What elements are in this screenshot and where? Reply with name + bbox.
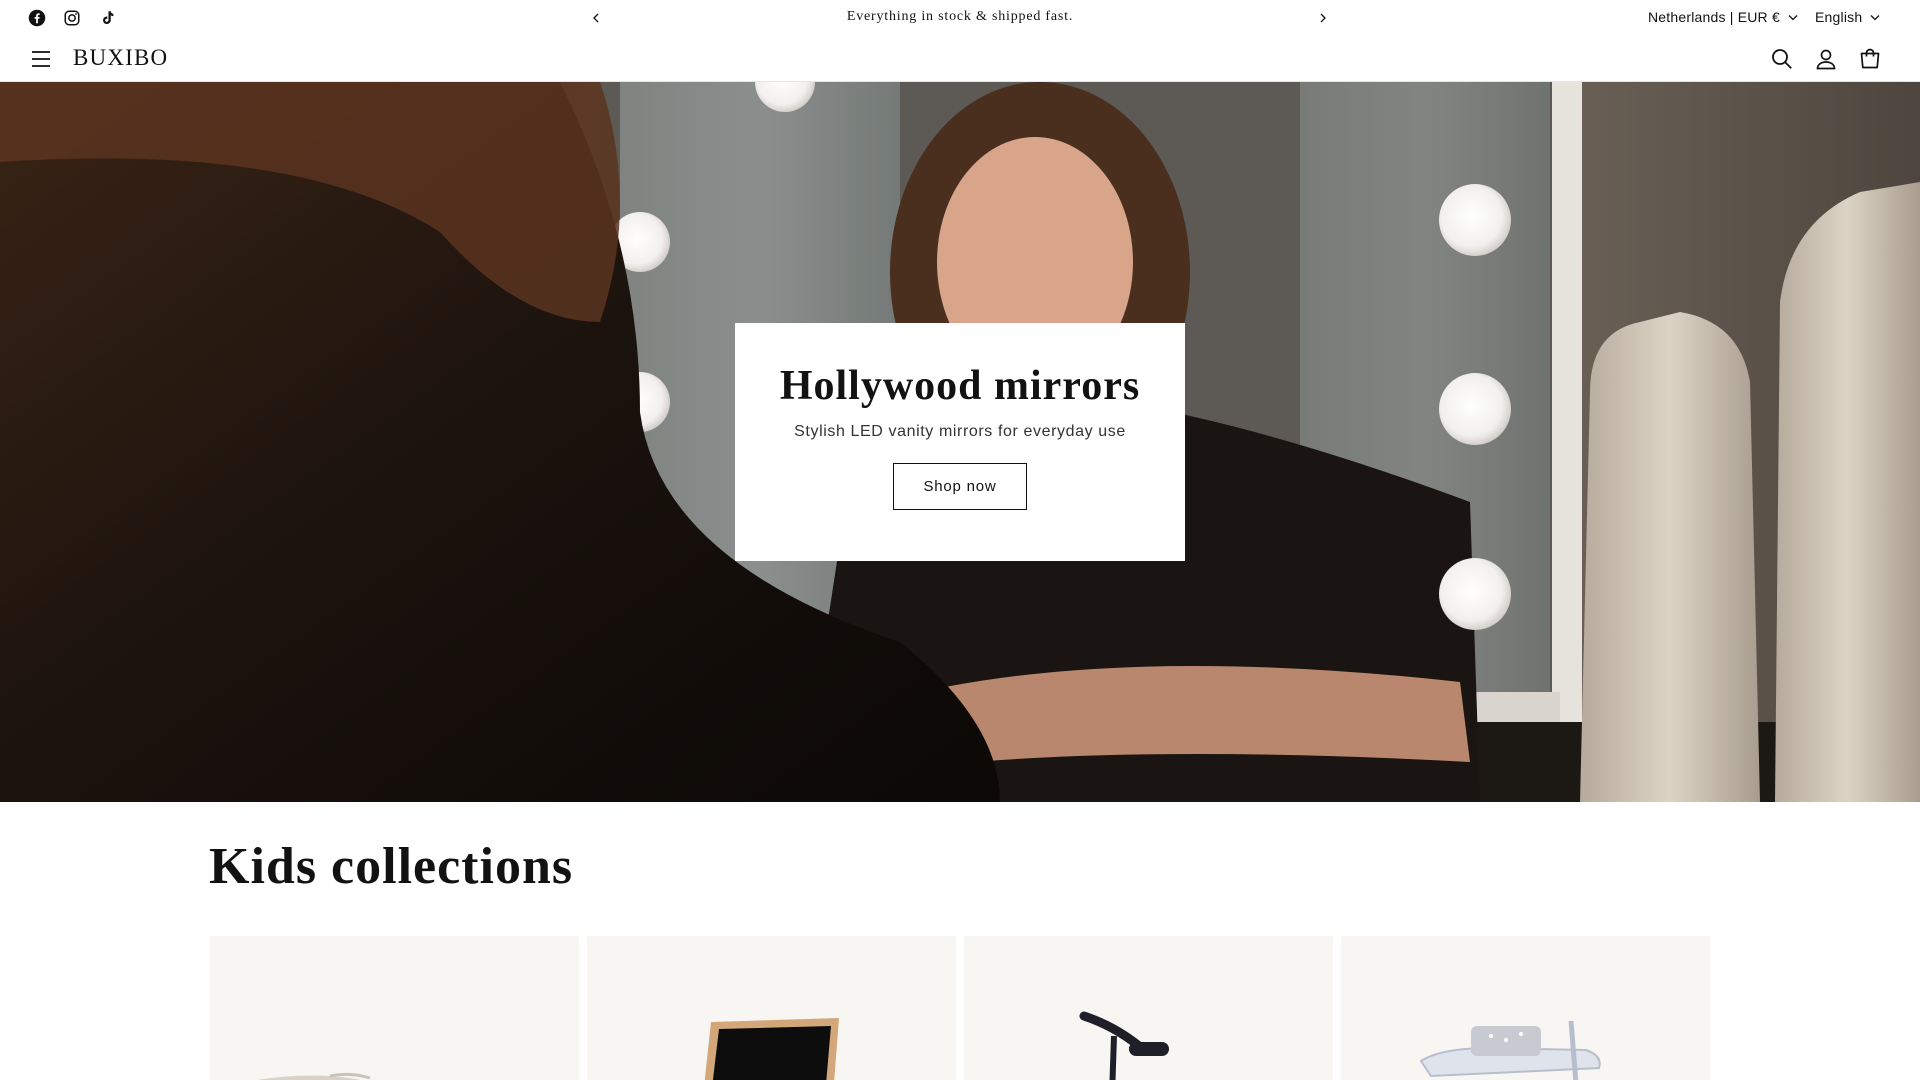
hero-title: Hollywood mirrors <box>779 363 1141 409</box>
collections-grid <box>210 936 1710 1080</box>
chevron-down-icon <box>1788 14 1798 20</box>
instagram-icon[interactable] <box>63 9 81 27</box>
collection-image-4 <box>1419 1020 1601 1080</box>
collections-title: Kids collections <box>209 838 574 895</box>
site-logo[interactable]: BUXIBO <box>73 45 168 71</box>
collection-card-1[interactable] <box>210 936 579 1080</box>
collection-card-4[interactable] <box>1341 936 1710 1080</box>
country-label: Netherlands | EUR € <box>1648 9 1780 25</box>
chevron-right-icon <box>1320 13 1326 23</box>
social-links <box>28 9 116 27</box>
menu-icon[interactable] <box>30 48 52 70</box>
hero-content-box: Hollywood mirrors Stylish LED vanity mir… <box>735 323 1185 561</box>
collection-card-3[interactable] <box>964 936 1333 1080</box>
announcement-text: Everything in stock & shipped fast. <box>846 9 1074 24</box>
hero-subtitle: Stylish LED vanity mirrors for everyday … <box>794 423 1126 441</box>
announcement-next-button[interactable] <box>1313 8 1333 28</box>
collection-image-3 <box>1079 1011 1169 1080</box>
account-icon[interactable] <box>1814 47 1838 71</box>
chevron-down-icon <box>1870 14 1880 20</box>
collection-image-2 <box>704 1018 839 1080</box>
language-label: English <box>1815 9 1863 25</box>
site-header: BUXIBO <box>0 36 1920 82</box>
facebook-icon[interactable] <box>28 9 46 27</box>
collection-card-2[interactable] <box>587 936 956 1080</box>
shop-now-button[interactable]: Shop now <box>893 463 1027 511</box>
search-icon[interactable] <box>1770 47 1794 71</box>
cart-icon[interactable] <box>1858 47 1882 71</box>
announcement-bar: Everything in stock & shipped fast. Neth… <box>0 0 1920 36</box>
collection-image-1 <box>256 1072 371 1080</box>
hero-banner: Hollywood mirrors Stylish LED vanity mir… <box>0 82 1920 802</box>
country-selector[interactable]: Netherlands | EUR € <box>1648 9 1798 25</box>
tiktok-icon[interactable] <box>98 9 116 27</box>
language-selector[interactable]: English <box>1815 9 1880 25</box>
